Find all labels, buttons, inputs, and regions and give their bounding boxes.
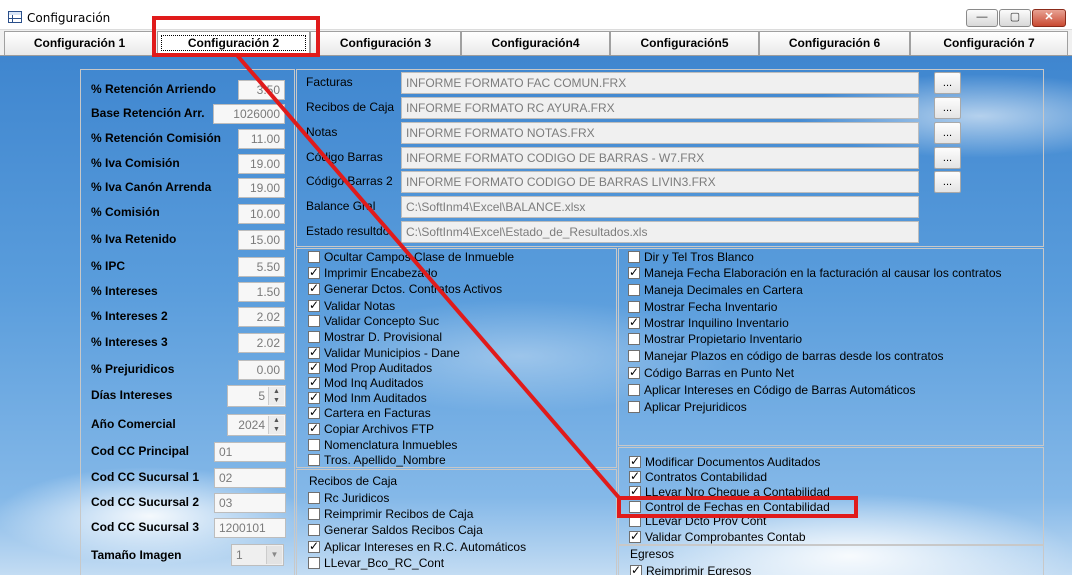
- annotation-arrow: [234, 52, 623, 502]
- annotation-connector-line: [234, 52, 623, 502]
